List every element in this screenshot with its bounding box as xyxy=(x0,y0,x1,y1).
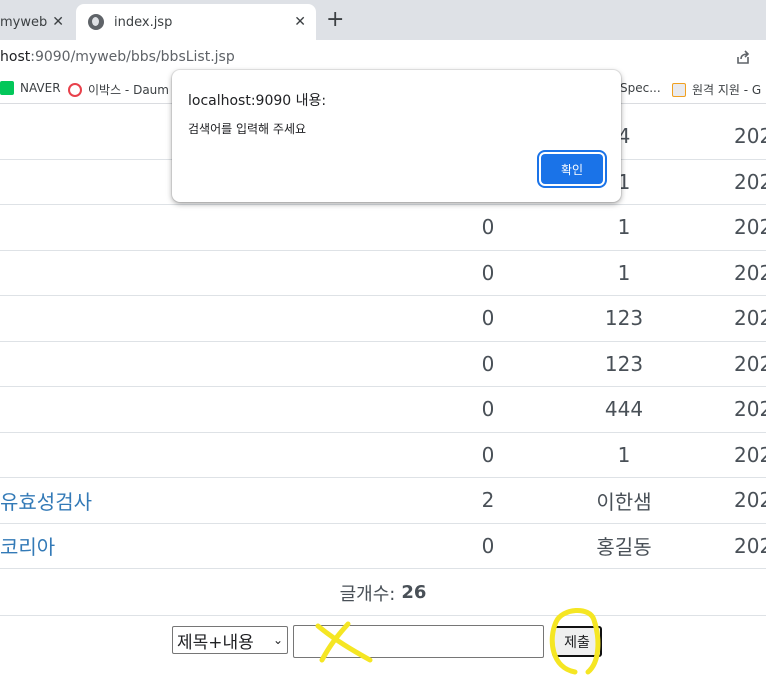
subject-link[interactable]: 코리아 xyxy=(0,524,55,569)
date-cell: 202 xyxy=(734,169,766,194)
close-icon[interactable]: ✕ xyxy=(294,14,306,30)
new-tab-button[interactable]: + xyxy=(326,8,344,32)
writer-cell: 123 xyxy=(604,306,644,331)
date-cell: 202 xyxy=(734,533,766,558)
table-row: 0 123 202 xyxy=(0,296,766,342)
table-row: 0 1 202 xyxy=(0,251,766,296)
search-column-select[interactable]: 제목+내용 ⌄ xyxy=(172,626,288,654)
table-row: 0 444 202 xyxy=(0,387,766,433)
readcnt-cell: 0 xyxy=(481,306,495,331)
readcnt-cell: 2 xyxy=(481,488,495,513)
readcnt-cell: 0 xyxy=(481,397,495,422)
bookmark-naver[interactable]: NAVER xyxy=(0,81,61,95)
readcnt-cell: 0 xyxy=(481,351,495,376)
post-count: 글개수: 26 xyxy=(0,570,766,616)
date-cell: 202 xyxy=(734,306,766,331)
daum-icon xyxy=(68,82,82,97)
naver-icon xyxy=(0,81,14,95)
subject-link[interactable]: 유효성검사 xyxy=(0,478,92,523)
bookmark-label: 이박스 - Daum xyxy=(88,83,169,97)
bookmark-label: Spec... xyxy=(620,81,661,95)
writer-cell: 444 xyxy=(604,397,644,422)
search-column-value: 제목+내용 xyxy=(177,632,254,653)
submit-button[interactable]: 제출 xyxy=(552,626,602,657)
tab-title: index.jsp xyxy=(114,14,173,30)
bookmark-spec[interactable]: Spec... xyxy=(620,81,661,95)
ok-button[interactable]: 확인 xyxy=(541,154,603,184)
date-cell: 202 xyxy=(734,215,766,240)
globe-icon xyxy=(88,14,104,30)
remote-support-icon xyxy=(672,82,686,97)
readcnt-cell: 0 xyxy=(481,533,495,558)
date-cell: 202 xyxy=(734,260,766,285)
bookmark-remote-support[interactable]: 원격 지원 - G xyxy=(672,81,761,98)
writer-cell: 1 xyxy=(617,260,631,285)
readcnt-cell: 0 xyxy=(481,260,495,285)
close-icon[interactable]: ✕ xyxy=(52,14,64,30)
url-path: :9090/myweb/bbs/bbsList.jsp xyxy=(30,49,235,65)
search-form: 제목+내용 ⌄ 제출 xyxy=(0,616,766,689)
tab-strip: myweb ✕ index.jsp ✕ + xyxy=(0,0,766,40)
table-row: 0 1 202 xyxy=(0,205,766,251)
tab-myweb[interactable]: myweb ✕ xyxy=(0,4,76,40)
table-row: 코리아 0 홍길동 202 xyxy=(0,524,766,569)
address-bar: host:9090/myweb/bbs/bbsList.jsp xyxy=(0,40,766,74)
date-cell: 202 xyxy=(734,488,766,513)
date-cell: 202 xyxy=(734,442,766,467)
chevron-down-icon: ⌄ xyxy=(272,633,283,647)
writer-cell: 이한샘 xyxy=(596,489,652,514)
url-field[interactable]: host:9090/myweb/bbs/bbsList.jsp xyxy=(0,49,235,65)
post-count-label: 글개수: xyxy=(339,583,396,605)
date-cell: 202 xyxy=(734,351,766,376)
table-row: 0 1 202 xyxy=(0,433,766,478)
search-word-input[interactable] xyxy=(293,625,544,658)
bookmark-label: NAVER xyxy=(20,81,61,95)
date-cell: 202 xyxy=(734,397,766,422)
tab-title: myweb xyxy=(0,14,48,30)
writer-cell: 홍길동 xyxy=(596,535,652,560)
url-host: host xyxy=(0,49,31,65)
readcnt-cell: 0 xyxy=(481,215,495,240)
table-row: 유효성검사 2 이한샘 202 xyxy=(0,478,766,524)
share-icon[interactable] xyxy=(735,49,751,65)
tab-index[interactable]: index.jsp ✕ xyxy=(76,4,316,40)
writer-cell: 1 xyxy=(617,215,631,240)
table-row: 0 123 202 xyxy=(0,342,766,387)
date-cell: 202 xyxy=(734,124,766,149)
dialog-message: 검색어를 입력해 주세요 xyxy=(188,122,307,136)
writer-cell: 1 xyxy=(617,442,631,467)
writer-cell: 123 xyxy=(604,351,644,376)
dialog-title: localhost:9090 내용: xyxy=(188,93,327,109)
alert-dialog: localhost:9090 내용: 검색어를 입력해 주세요 확인 xyxy=(172,70,621,202)
bookmark-label: 원격 지원 - G xyxy=(692,83,762,97)
bookmark-daum[interactable]: 이박스 - Daum xyxy=(68,81,169,98)
post-count-value: 26 xyxy=(401,582,427,603)
readcnt-cell: 0 xyxy=(481,442,495,467)
